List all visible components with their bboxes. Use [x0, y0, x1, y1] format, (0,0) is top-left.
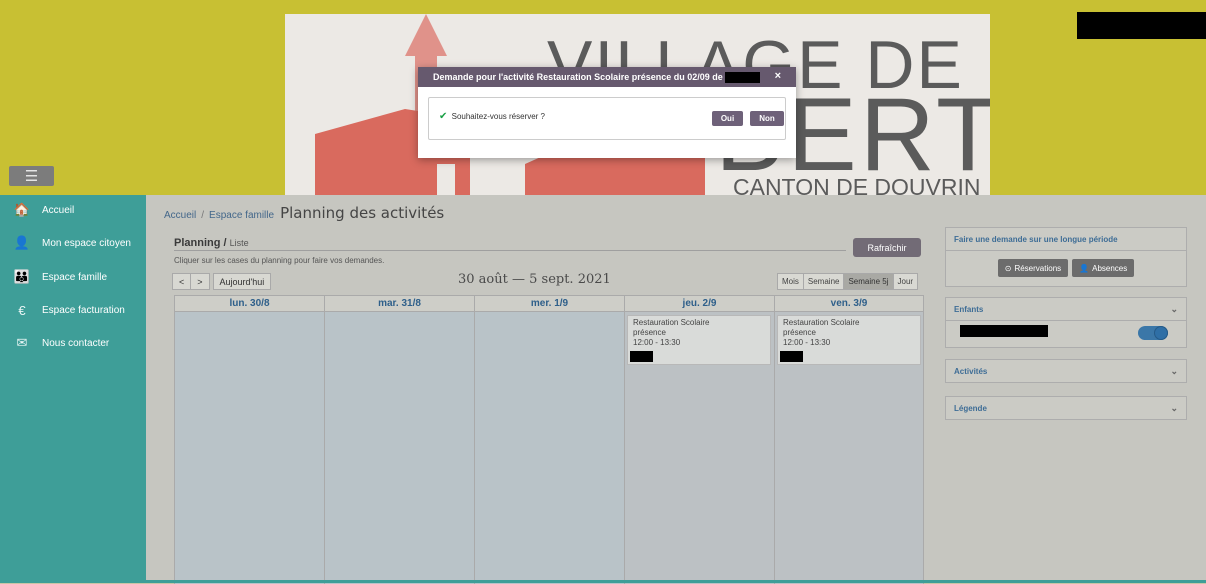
view-semaine-button[interactable]: Semaine: [802, 273, 845, 290]
check-icon: ✔: [439, 111, 448, 122]
day-cell[interactable]: [475, 312, 625, 584]
sidebar-item-label: Accueil: [42, 204, 75, 216]
view-switcher: Mois Semaine Semaine 5j Jour: [777, 273, 919, 290]
event-status: présence: [783, 328, 816, 337]
banner-line3: CANTON DE DOUVRIN: [733, 174, 981, 195]
day-cell[interactable]: Restauration Scolaire présence 12:00 - 1…: [625, 312, 775, 584]
reservations-label: Réservations: [1014, 263, 1062, 273]
activites-header[interactable]: Activités ⌄: [946, 360, 1186, 382]
view-mois-button[interactable]: Mois: [777, 273, 804, 290]
today-button[interactable]: Aujourd'hui: [212, 273, 272, 290]
event-status: présence: [633, 328, 666, 337]
refresh-button[interactable]: Rafraîchir: [853, 238, 921, 257]
event-title: Restauration Scolaire: [783, 318, 860, 327]
redacted-child-name: [960, 325, 1048, 337]
close-icon[interactable]: ×: [775, 70, 781, 82]
event-title: Restauration Scolaire: [633, 318, 710, 327]
date-range-title: 30 août — 5 sept. 2021: [458, 272, 611, 287]
event-time: 12:00 - 13:30: [783, 338, 831, 347]
view-semaine5j-button[interactable]: Semaine 5j: [843, 273, 894, 290]
redacted-user-box: [1077, 12, 1206, 39]
planning-list-link[interactable]: Liste: [230, 238, 249, 248]
planning-hint: Cliquer sur les cases du planning pour f…: [174, 256, 385, 265]
activites-box: Activités ⌄: [945, 359, 1187, 383]
long-period-label: Faire une demande sur une longue période: [954, 234, 1118, 244]
redacted-child: [630, 351, 653, 362]
hamburger-icon[interactable]: ☰: [9, 166, 54, 186]
enfants-title: Enfants: [954, 304, 984, 314]
reservations-button[interactable]: ⊙ Réservations: [997, 259, 1069, 277]
sidebar-item-mon-espace-citoyen[interactable]: 👤 Mon espace citoyen: [0, 231, 146, 255]
sidebar-item-espace-facturation[interactable]: € Espace facturation: [0, 298, 146, 322]
long-period-actions: ⊙ Réservations 👤 Absences: [946, 250, 1186, 286]
modal-header: Demande pour l'activité Restauration Sco…: [418, 67, 796, 87]
yes-button[interactable]: Oui: [712, 111, 743, 126]
modal-question: ✔ Souhaitez-vous réserver ?: [439, 111, 545, 122]
calendar-nav: < > Aujourd'hui: [172, 273, 272, 290]
reservation-modal: Demande pour l'activité Restauration Sco…: [418, 67, 796, 158]
main-content: Accueil / Espace famille Planning des ac…: [146, 195, 932, 584]
sidebar-item-label: Mon espace citoyen: [42, 237, 131, 249]
planning-header: Planning / Liste: [174, 237, 846, 251]
euro-icon: €: [18, 302, 26, 318]
view-jour-button[interactable]: Jour: [892, 273, 919, 290]
clock-icon: ⊙: [1004, 263, 1012, 273]
column-header: ven. 3/9: [775, 296, 923, 312]
modal-title: Demande pour l'activité Restauration Sco…: [433, 72, 723, 82]
day-cell[interactable]: [175, 312, 325, 584]
enfants-box: Enfants ⌄: [945, 297, 1187, 348]
day-cell[interactable]: Restauration Scolaire présence 12:00 - 1…: [775, 312, 923, 584]
chevron-down-icon[interactable]: ⌄: [1170, 304, 1178, 315]
page-title: Planning des activités: [280, 204, 445, 222]
absences-label: Absences: [1092, 263, 1128, 273]
calendar-grid: lun. 30/8 mar. 31/8 mer. 1/9 jeu. 2/9 ve…: [174, 295, 924, 584]
long-period-title: Faire une demande sur une longue période: [946, 228, 1186, 250]
day-cell[interactable]: [325, 312, 475, 584]
user-minus-icon: 👤: [1079, 263, 1090, 273]
legende-header[interactable]: Légende ⌄: [946, 397, 1186, 419]
activites-title: Activités: [954, 366, 988, 376]
redacted-time: [724, 71, 760, 83]
column-header: jeu. 2/9: [625, 296, 775, 312]
prev-button[interactable]: <: [172, 273, 192, 290]
breadcrumb-section[interactable]: Espace famille: [209, 210, 274, 221]
enfants-header[interactable]: Enfants ⌄: [946, 298, 1186, 320]
column-header: lun. 30/8: [175, 296, 325, 312]
question-label: Souhaitez-vous réserver ?: [451, 112, 546, 121]
sidebar: 🏠 Accueil 👤 Mon espace citoyen 👪 Espace …: [0, 195, 146, 583]
modal-body: ✔ Souhaitez-vous réserver ? Oui Non: [428, 97, 786, 140]
breadcrumb: Accueil / Espace famille Planning des ac…: [164, 204, 444, 222]
child-toggle[interactable]: [1138, 326, 1168, 340]
planning-title: Planning /: [174, 237, 227, 249]
user-icon: 👤: [13, 235, 31, 250]
right-panel: Faire une demande sur une longue période…: [932, 195, 1206, 583]
sidebar-item-label: Espace famille: [42, 271, 108, 283]
chevron-down-icon[interactable]: ⌄: [1170, 403, 1178, 414]
sidebar-item-espace-famille[interactable]: 👪 Espace famille: [0, 265, 146, 289]
no-button[interactable]: Non: [750, 111, 784, 126]
breadcrumb-home[interactable]: Accueil: [164, 210, 196, 221]
column-header: mer. 1/9: [475, 296, 625, 312]
redacted-child: [780, 351, 803, 362]
breadcrumb-separator: /: [201, 210, 205, 221]
absences-button[interactable]: 👤 Absences: [1072, 259, 1135, 277]
sidebar-item-nous-contacter[interactable]: ✉ Nous contacter: [0, 331, 146, 355]
column-header: mar. 31/8: [325, 296, 475, 312]
home-icon: 🏠: [13, 202, 31, 217]
family-icon: 👪: [13, 269, 31, 284]
event-time: 12:00 - 13:30: [633, 338, 681, 347]
sidebar-item-label: Espace facturation: [42, 304, 125, 316]
sidebar-item-label: Nous contacter: [42, 337, 110, 349]
legende-box: Légende ⌄: [945, 396, 1187, 420]
child-row: [946, 320, 1186, 347]
long-period-box: Faire une demande sur une longue période…: [945, 227, 1187, 287]
mail-icon: ✉: [16, 335, 28, 350]
chevron-down-icon[interactable]: ⌄: [1170, 366, 1178, 377]
event-card[interactable]: Restauration Scolaire présence 12:00 - 1…: [777, 315, 921, 365]
sidebar-item-accueil[interactable]: 🏠 Accueil: [0, 198, 146, 222]
next-button[interactable]: >: [190, 273, 210, 290]
legende-title: Légende: [954, 403, 987, 413]
event-card[interactable]: Restauration Scolaire présence 12:00 - 1…: [627, 315, 771, 365]
